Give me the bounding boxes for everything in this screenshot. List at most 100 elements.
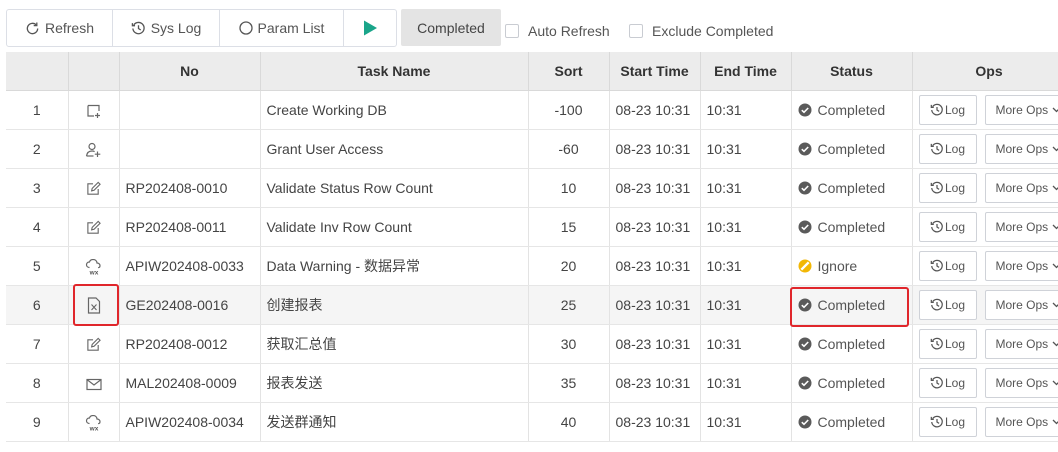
task-start-time: 08-23 10:31	[609, 129, 701, 169]
history-icon	[930, 376, 944, 390]
column-header-start-time[interactable]: Start Time	[609, 52, 701, 91]
task-type-cell: wx	[68, 402, 120, 442]
status-filter-select[interactable]: Completed	[401, 9, 501, 46]
toolbar-button-group: Refresh Sys Log Param List	[6, 9, 397, 47]
more-ops-button[interactable]: More Ops	[984, 407, 1058, 437]
log-button[interactable]: Log	[918, 173, 977, 203]
task-sort: 20	[528, 246, 610, 286]
ignore-icon	[798, 259, 812, 273]
task-status-cell: Completed	[791, 285, 913, 325]
ops-cell: Log More Ops	[912, 363, 1058, 403]
log-label: Log	[944, 220, 966, 234]
log-button[interactable]: Log	[918, 407, 977, 437]
edit-icon	[86, 220, 101, 235]
row-index: 8	[6, 363, 69, 403]
column-header-task-name[interactable]: Task Name	[260, 52, 529, 91]
table-row[interactable]: 4 RP202408-0011 Validate Inv Row Count 15 08…	[6, 207, 1058, 247]
ops-cell: Log More Ops	[912, 129, 1058, 169]
task-start-time: 08-23 10:31	[609, 207, 701, 247]
table-row[interactable]: 9 wx APIW202408-0034 发送群通知 40 08-23 10:31 10:3…	[6, 402, 1058, 442]
task-table: No Task Name Sort Start Time End Time St…	[6, 52, 1058, 442]
log-button[interactable]: Log	[918, 368, 977, 398]
task-status-cell: Completed	[791, 168, 913, 208]
task-no	[119, 129, 261, 169]
more-ops-label: More Ops	[995, 103, 1049, 117]
auto-refresh-checkbox[interactable]: Auto Refresh	[505, 23, 610, 39]
column-header-ops[interactable]: Ops	[912, 52, 1058, 91]
task-type-cell	[68, 285, 120, 325]
more-ops-button[interactable]: More Ops	[984, 95, 1058, 125]
task-status: Completed	[817, 102, 886, 118]
row-index: 7	[6, 324, 69, 364]
checkbox-box[interactable]	[629, 24, 643, 38]
log-button[interactable]: Log	[918, 95, 977, 125]
table-row[interactable]: 5 wx APIW202408-0033 Data Warning - 数据异常 20 0…	[6, 246, 1058, 286]
chevron-down-icon	[1052, 107, 1058, 113]
ops-cell: Log More Ops	[912, 90, 1058, 130]
table-row[interactable]: 7 RP202408-0012 获取汇总值 30 08-23 10:31 10:31 Com…	[6, 324, 1058, 364]
exclude-completed-checkbox[interactable]: Exclude Completed	[629, 23, 773, 39]
log-button[interactable]: Log	[918, 212, 977, 242]
chevron-down-icon	[1052, 146, 1058, 152]
ops-cell: Log More Ops	[912, 246, 1058, 286]
table-row[interactable]: 3 RP202408-0010 Validate Status Row Count 1…	[6, 168, 1058, 208]
task-no: GE202408-0016	[119, 285, 261, 325]
param-list-label: Param List	[257, 20, 325, 36]
log-button[interactable]: Log	[918, 251, 977, 281]
history-icon	[930, 337, 944, 351]
task-type-cell	[68, 168, 120, 208]
log-button[interactable]: Log	[918, 134, 977, 164]
task-sort: 10	[528, 168, 610, 208]
edit-icon	[86, 337, 101, 352]
table-row[interactable]: 8 MAL202408-0009 报表发送 35 08-23 10:31 10:31 Com…	[6, 363, 1058, 403]
more-ops-button[interactable]: More Ops	[984, 329, 1058, 359]
more-ops-label: More Ops	[995, 142, 1049, 156]
more-ops-label: More Ops	[995, 376, 1049, 390]
more-ops-label: More Ops	[995, 337, 1049, 351]
refresh-button[interactable]: Refresh	[7, 10, 113, 46]
column-header-index[interactable]	[6, 52, 69, 91]
task-status: Completed	[817, 336, 886, 352]
chevron-down-icon	[1052, 263, 1058, 269]
column-header-type[interactable]	[68, 52, 120, 91]
task-status: Completed	[817, 297, 886, 313]
history-icon	[930, 103, 944, 117]
run-button[interactable]	[344, 10, 396, 46]
column-header-sort[interactable]: Sort	[528, 52, 610, 91]
column-header-end-time[interactable]: End Time	[700, 52, 792, 91]
more-ops-button[interactable]: More Ops	[984, 368, 1058, 398]
check-circle-icon	[798, 298, 812, 312]
more-ops-button[interactable]: More Ops	[984, 251, 1058, 281]
log-button[interactable]: Log	[918, 329, 977, 359]
table-row[interactable]: 2 Grant User Access -60 08-23 10:31 10:31 Com…	[6, 129, 1058, 169]
user-add-icon	[85, 142, 102, 158]
row-index: 3	[6, 168, 69, 208]
log-button[interactable]: Log	[918, 290, 977, 320]
log-label: Log	[944, 142, 966, 156]
task-status: Completed	[817, 414, 886, 430]
task-status-cell: Completed	[791, 207, 913, 247]
param-list-button[interactable]: Param List	[220, 10, 344, 46]
column-header-no[interactable]: No	[119, 52, 261, 91]
task-no: RP202408-0012	[119, 324, 261, 364]
more-ops-button[interactable]: More Ops	[984, 134, 1058, 164]
toolbar: Refresh Sys Log Param List Completed Aut…	[0, 0, 1058, 52]
table-row[interactable]: 1 Create Working DB -100 08-23 10:31 10:31 Co…	[6, 90, 1058, 130]
task-type-cell	[68, 129, 120, 169]
refresh-icon	[25, 21, 40, 36]
task-start-time: 08-23 10:31	[609, 402, 701, 442]
table-row[interactable]: 6 GE202408-0016 创建报表 25 08-23 10:31 10:31 Comp…	[6, 285, 1058, 325]
more-ops-button[interactable]: More Ops	[984, 212, 1058, 242]
ops-cell: Log More Ops	[912, 402, 1058, 442]
task-name: Create Working DB	[260, 90, 529, 130]
more-ops-button[interactable]: More Ops	[984, 290, 1058, 320]
sys-log-button[interactable]: Sys Log	[113, 10, 220, 46]
more-ops-button[interactable]: More Ops	[984, 173, 1058, 203]
column-header-status[interactable]: Status	[791, 52, 913, 91]
task-status-cell: Ignore	[791, 246, 913, 286]
chevron-down-icon	[1052, 419, 1058, 425]
sys-log-label: Sys Log	[150, 20, 202, 36]
task-name: 创建报表	[260, 285, 529, 325]
checkbox-box[interactable]	[505, 24, 519, 38]
task-no: RP202408-0011	[119, 207, 261, 247]
